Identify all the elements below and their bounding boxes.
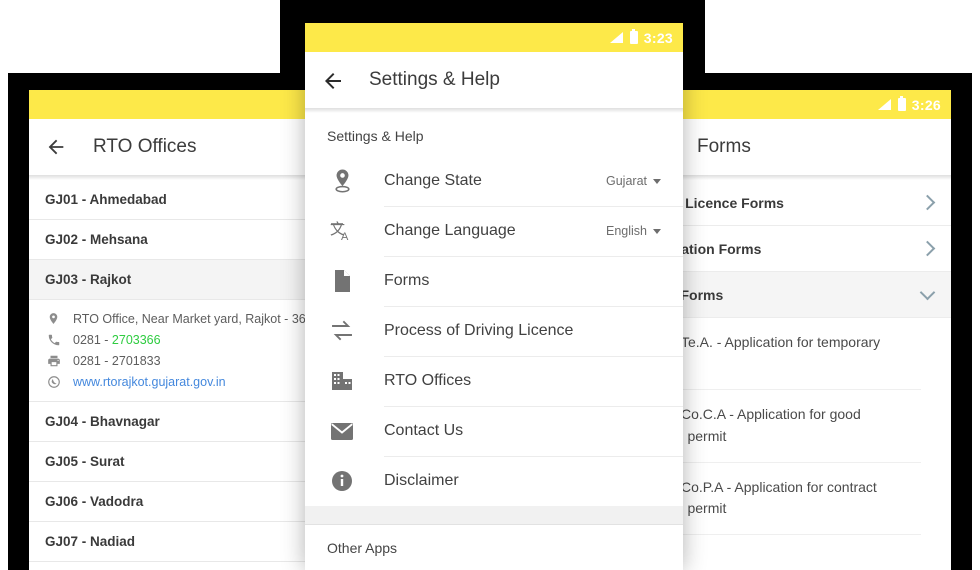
form-list-item[interactable]: Form P.Co.P.A - Application for contract… bbox=[663, 462, 921, 536]
form-list-item[interactable]: Form P.Co.C.A - Application for good car… bbox=[663, 390, 921, 463]
globe-icon bbox=[45, 375, 62, 389]
chevron-right-icon bbox=[919, 194, 936, 211]
form-category-permit[interactable]: Permit Forms bbox=[663, 272, 951, 318]
menu-item-rto-offices[interactable]: RTO Offices bbox=[305, 356, 683, 406]
center-app-bar: Settings & Help bbox=[305, 52, 683, 108]
rto-fax: 0281 - 2701833 bbox=[73, 353, 161, 368]
right-phone-screen: 3:26 Forms Driving Licence Forms Registr… bbox=[663, 90, 951, 570]
menu-value-language: English bbox=[606, 224, 647, 238]
center-phone-screen: 3:23 Settings & Help Settings & Help Cha… bbox=[305, 23, 683, 570]
menu-label: Contact Us bbox=[384, 422, 464, 439]
info-icon bbox=[327, 470, 357, 492]
building-icon bbox=[327, 370, 357, 392]
status-time: 3:23 bbox=[643, 29, 673, 46]
menu-label: Process of Driving Licence bbox=[384, 322, 574, 339]
document-icon bbox=[327, 269, 357, 293]
rto-office-label: GJ06 - Vadodra bbox=[45, 494, 144, 509]
signal-icon bbox=[877, 99, 891, 110]
rto-phone-code: 0281 - bbox=[73, 332, 112, 347]
menu-item-change-language[interactable]: 文A Change Language English bbox=[305, 206, 683, 256]
battery-icon bbox=[629, 28, 638, 44]
back-arrow-icon[interactable] bbox=[45, 136, 67, 158]
menu-item-contact-us[interactable]: Contact Us bbox=[305, 406, 683, 456]
rto-office-label: GJ07 - Nadiad bbox=[45, 534, 136, 549]
menu-item-forms[interactable]: Forms bbox=[305, 256, 683, 306]
menu-value-state: Gujarat bbox=[606, 174, 647, 188]
rto-phone: 0281 - 2703366 bbox=[73, 333, 161, 347]
svg-text:A: A bbox=[341, 231, 349, 243]
section-title-settings-help: Settings & Help bbox=[305, 113, 683, 156]
location-pin-icon bbox=[327, 168, 357, 194]
menu-item-change-state[interactable]: Change State Gujarat bbox=[305, 156, 683, 206]
rto-office-label: GJ05 - Surat bbox=[45, 454, 125, 469]
page-title: Forms bbox=[697, 136, 751, 157]
section-title-other-apps: Other Apps bbox=[305, 525, 683, 568]
rto-office-label: GJ04 - Bhavnagar bbox=[45, 414, 160, 429]
form-list-item[interactable]: Form P.Te.A. - Application for temporary… bbox=[663, 318, 921, 391]
page-title: RTO Offices bbox=[93, 136, 197, 157]
caret-down-icon[interactable] bbox=[653, 178, 661, 184]
screenshot-stage: RTO Offices GJ01 - Ahmedabad GJ02 - Mehs… bbox=[0, 0, 980, 570]
page-title: Settings & Help bbox=[369, 69, 500, 90]
back-arrow-icon[interactable] bbox=[321, 69, 343, 91]
translate-icon: 文A bbox=[327, 219, 357, 243]
rto-phone-number[interactable]: 2703366 bbox=[112, 333, 161, 347]
chevron-down-icon bbox=[919, 284, 936, 301]
battery-icon bbox=[897, 95, 906, 111]
swap-arrows-icon bbox=[327, 320, 357, 342]
rto-address: RTO Office, Near Market yard, Rajkot - 3… bbox=[73, 311, 338, 326]
menu-label: RTO Offices bbox=[384, 372, 472, 389]
signal-icon bbox=[609, 32, 623, 43]
printer-icon bbox=[45, 354, 62, 368]
menu-label: Change Language bbox=[384, 222, 516, 239]
right-app-bar: Forms bbox=[663, 119, 921, 175]
section-divider bbox=[305, 506, 683, 524]
right-status-bar: 3:26 bbox=[663, 90, 951, 119]
mail-icon bbox=[327, 422, 357, 441]
rto-office-label: GJ01 - Ahmedabad bbox=[45, 192, 167, 207]
phone-icon bbox=[45, 333, 62, 347]
status-time: 3:26 bbox=[911, 96, 941, 113]
menu-label: Change State bbox=[384, 172, 482, 189]
menu-label: Disclaimer bbox=[384, 472, 459, 489]
menu-item-disclaimer[interactable]: Disclaimer bbox=[305, 456, 683, 506]
caret-down-icon[interactable] bbox=[653, 228, 661, 234]
menu-label: Forms bbox=[384, 272, 430, 289]
form-category-registration[interactable]: Registration Forms bbox=[663, 226, 951, 272]
rto-office-label: GJ03 - Rajkot bbox=[45, 272, 132, 287]
location-pin-icon bbox=[45, 311, 62, 326]
form-category-driving-licence[interactable]: Driving Licence Forms bbox=[663, 180, 951, 226]
chevron-right-icon bbox=[919, 240, 936, 257]
center-status-bar: 3:23 bbox=[305, 23, 683, 52]
rto-office-label: GJ02 - Mehsana bbox=[45, 232, 148, 247]
rto-website[interactable]: www.rtorajkot.gujarat.gov.in bbox=[73, 375, 226, 389]
menu-item-process-driving-licence[interactable]: Process of Driving Licence bbox=[305, 306, 683, 356]
